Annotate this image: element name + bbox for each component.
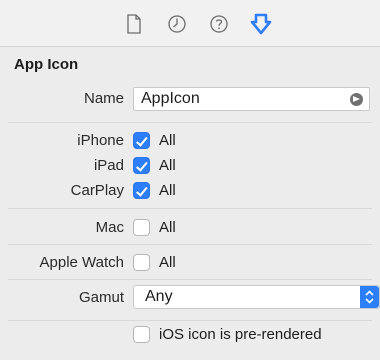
gamut-popup[interactable]: Any [133,285,380,309]
carplay-label: CarPlay [70,182,124,199]
prerendered-label: iOS icon is pre-rendered [159,326,322,343]
apple-watch-label: Apple Watch [39,254,125,271]
gamut-label: Gamut [78,289,124,306]
ipad-all-checkbox[interactable] [133,157,150,174]
help-icon[interactable] [207,12,231,36]
apple-watch-all-label: All [159,254,176,271]
iphone-label: iPhone [77,132,124,149]
apple-watch-all-checkbox[interactable] [133,254,150,271]
inspector-tab-bar [0,0,380,47]
prerendered-checkbox[interactable] [133,326,150,343]
ipad-label: iPad [93,157,124,174]
carplay-all-checkbox[interactable] [133,182,150,199]
attributes-inspector-icon[interactable] [249,12,273,36]
divider [8,122,372,123]
name-label: Name [83,90,124,107]
ipad-all-label: All [159,157,176,174]
divider [8,208,372,209]
chevron-updown-icon[interactable] [360,286,379,308]
arrow-circle-icon[interactable] [350,93,363,106]
section-title: App Icon [14,56,79,73]
iphone-all-checkbox[interactable] [133,132,150,149]
carplay-all-label: All [159,182,176,199]
name-value: AppIcon [141,90,200,107]
iphone-all-label: All [159,132,176,149]
mac-all-label: All [159,219,176,236]
divider [8,279,372,280]
divider [8,320,372,321]
history-icon[interactable] [165,12,189,36]
file-inspector-icon[interactable] [122,12,146,36]
mac-all-checkbox[interactable] [133,219,150,236]
divider [8,244,372,245]
mac-label: Mac [95,219,124,236]
name-field[interactable]: AppIcon [133,87,370,111]
gamut-value: Any [145,288,173,305]
